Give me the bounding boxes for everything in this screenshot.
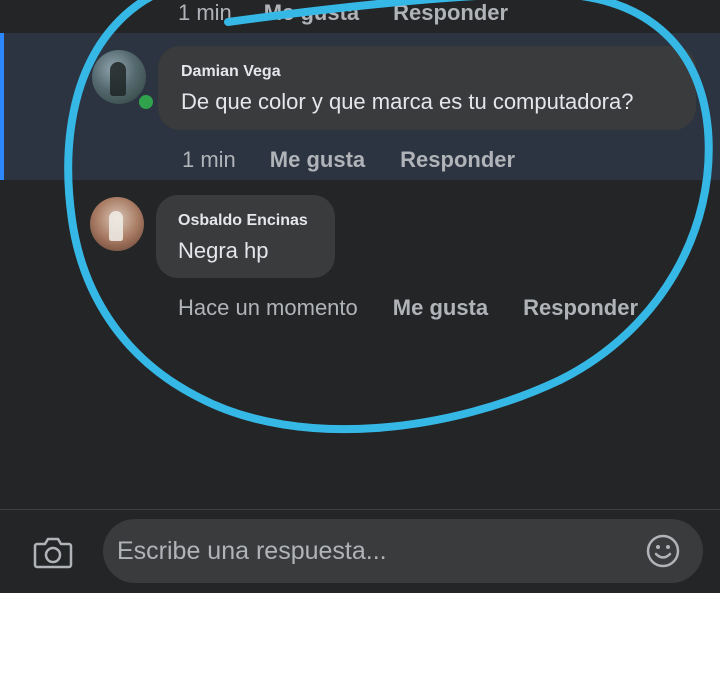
comment-bubble[interactable]: Osbaldo Encinas Negra hp <box>156 195 335 278</box>
previous-comment-actions: 1 min Me gusta Responder <box>178 0 508 26</box>
like-button[interactable]: Me gusta <box>393 295 488 321</box>
emoji-icon[interactable] <box>646 534 680 568</box>
comment-actions: 1 min Me gusta Responder <box>182 147 515 173</box>
avatar[interactable] <box>90 197 144 251</box>
reply-button[interactable]: Responder <box>393 0 508 26</box>
comment-actions: Hace un momento Me gusta Responder <box>178 295 638 321</box>
reply-input[interactable] <box>103 519 703 583</box>
profile-photo <box>110 62 126 96</box>
comments-screen: 1 min Me gusta Responder Damian Vega De … <box>0 0 720 593</box>
comment-timestamp: 1 min <box>178 0 232 25</box>
comment-text: Negra hp <box>178 238 269 263</box>
reply-button[interactable]: Responder <box>523 295 638 321</box>
reply-composer <box>0 509 720 593</box>
like-button[interactable]: Me gusta <box>270 147 365 173</box>
comment-text: De que color y que marca es tu computado… <box>181 89 634 114</box>
online-status-indicator <box>136 92 156 112</box>
highlight-indicator <box>0 33 4 180</box>
like-button[interactable]: Me gusta <box>264 0 359 26</box>
comment-author[interactable]: Osbaldo Encinas <box>178 212 308 230</box>
profile-photo <box>109 211 123 241</box>
comment-timestamp: 1 min <box>182 147 236 172</box>
comment-timestamp: Hace un momento <box>178 295 358 320</box>
reply-button[interactable]: Responder <box>400 147 515 173</box>
comment-author[interactable]: Damian Vega <box>181 63 281 81</box>
camera-icon[interactable] <box>33 534 73 570</box>
comment-bubble[interactable]: Damian Vega De que color y que marca es … <box>158 46 696 130</box>
